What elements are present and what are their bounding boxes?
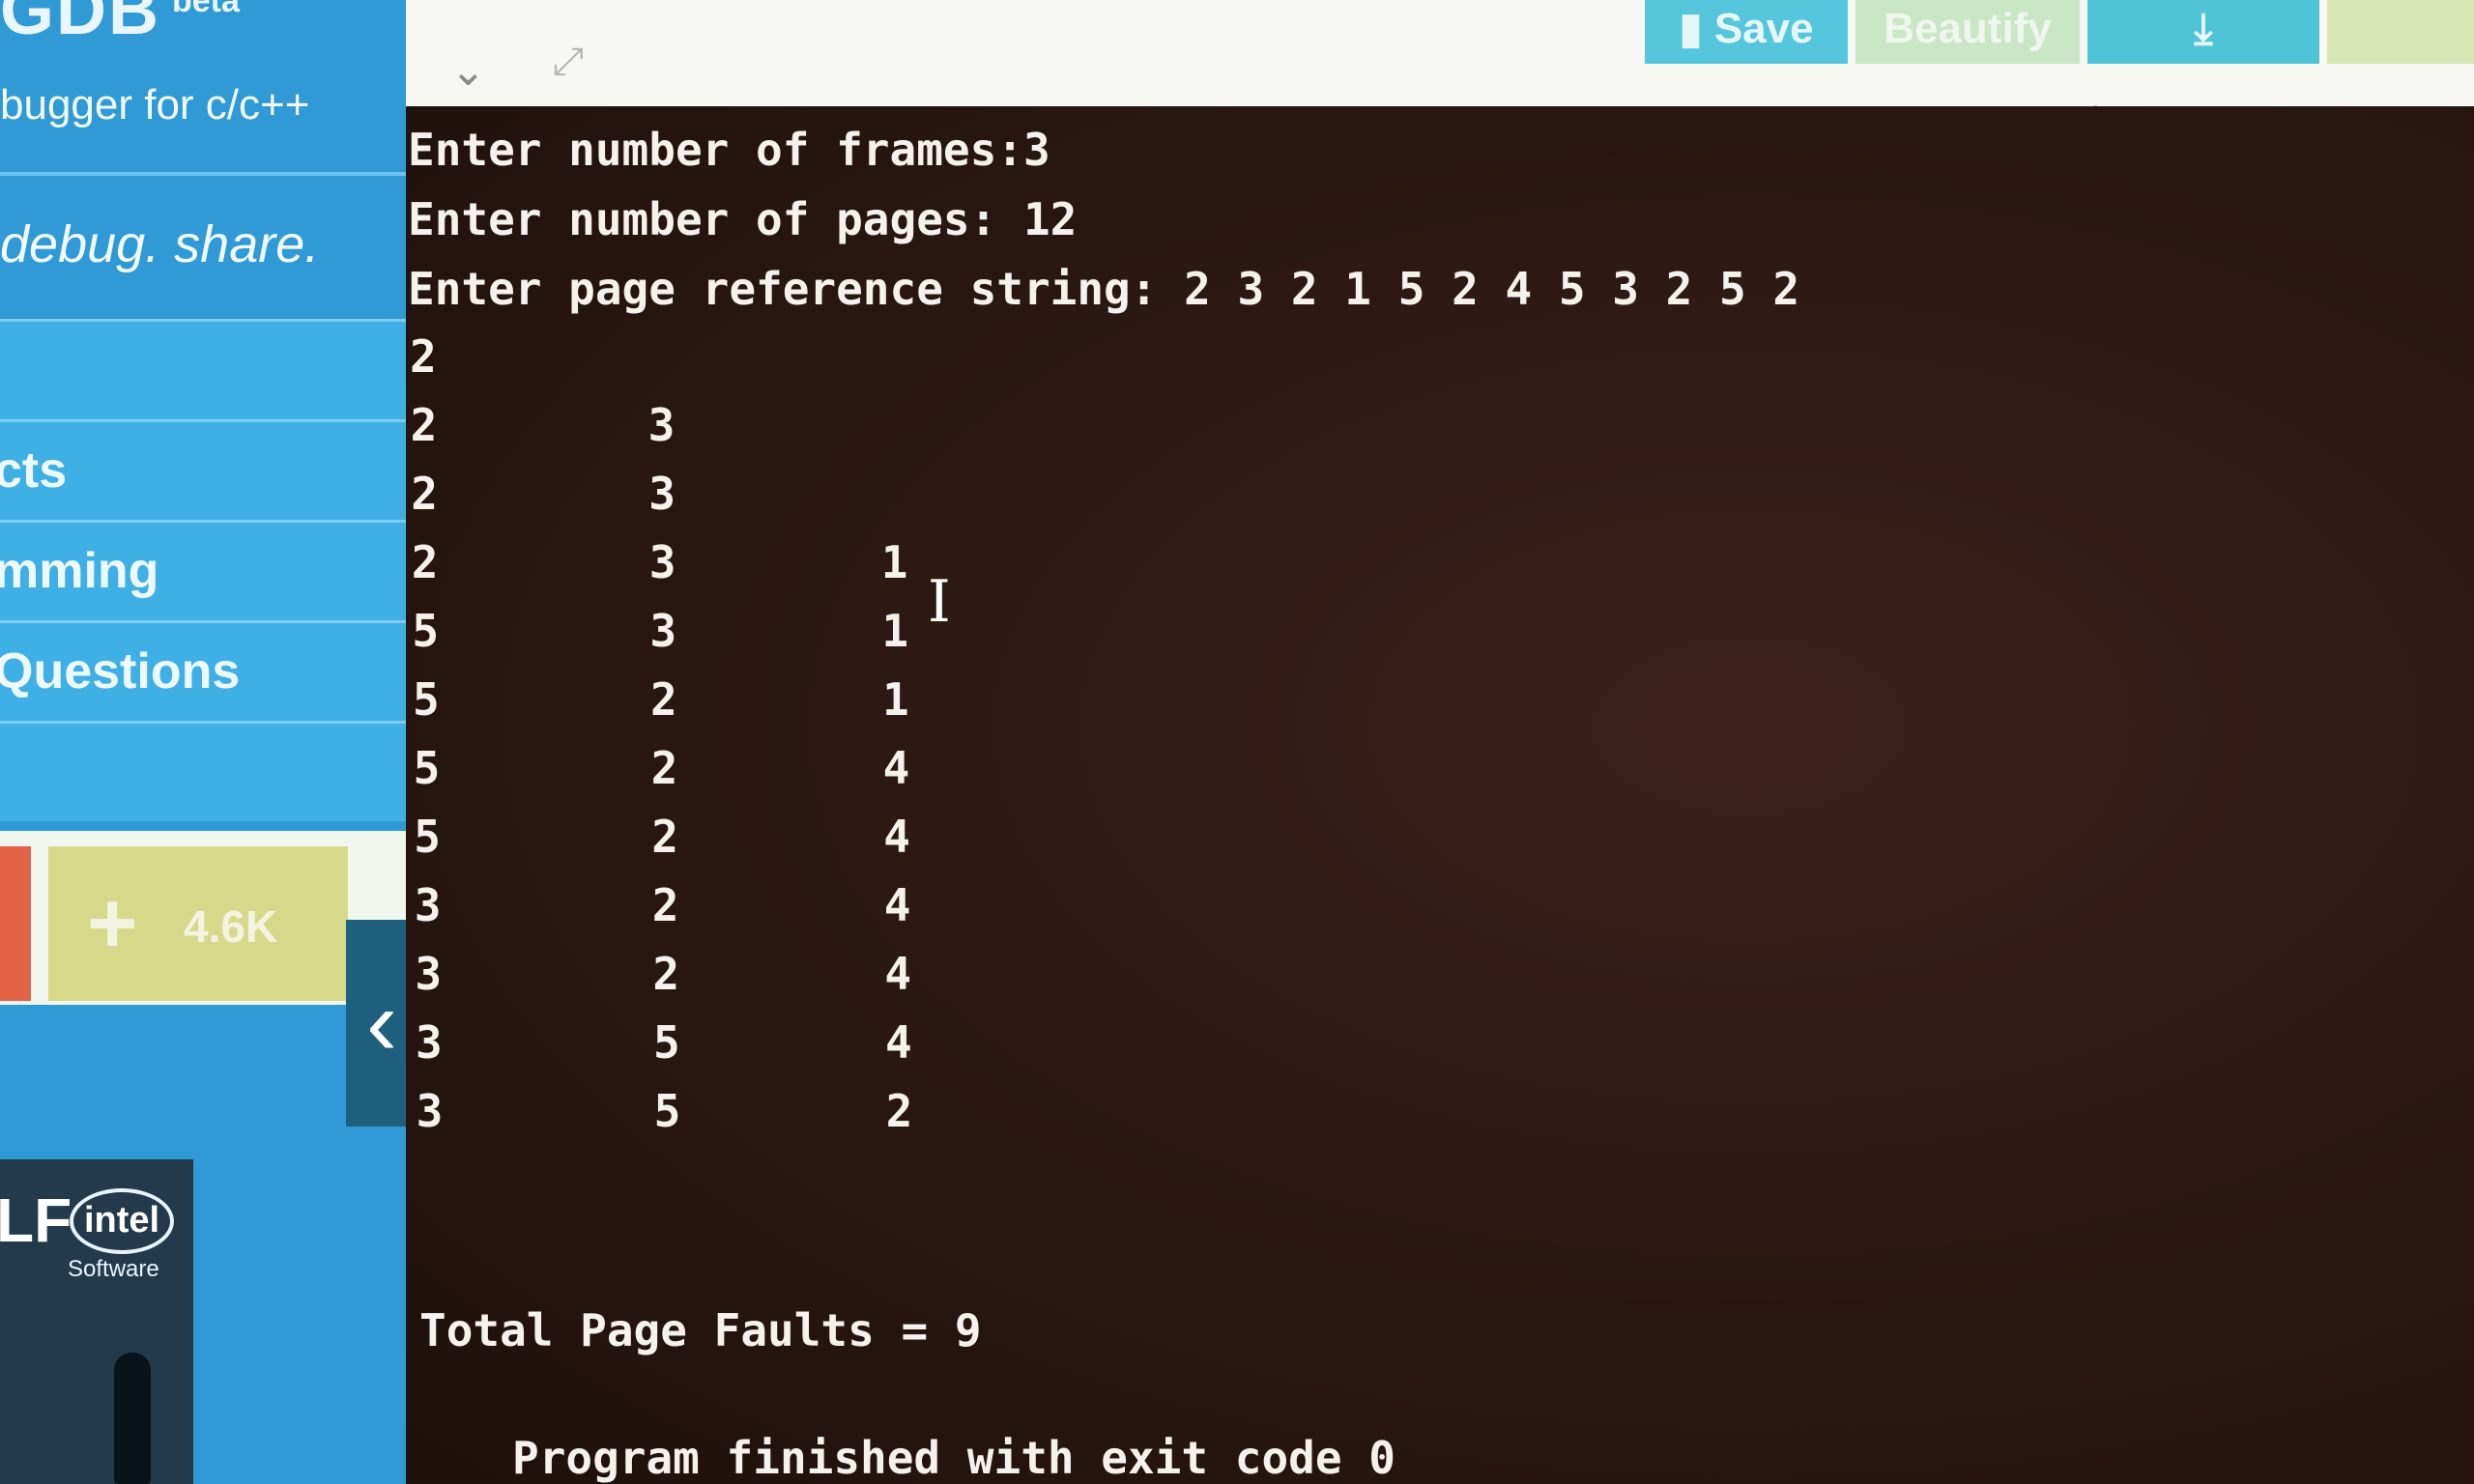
social-share-row: + 4.6K [0,831,406,1005]
frame-cell: 1 [882,673,909,726]
sidebar: GDB beta bugger for c/c++ debug. share. … [0,0,406,1484]
console-output[interactable]: Enter number of frames:3 Enter number of… [406,106,2474,1484]
frame-cell: 4 [882,742,910,794]
frame-cell: 3 [649,605,677,657]
share-button-plus[interactable]: + 4.6K [48,846,348,1001]
sidebar-item-questions[interactable]: Questions [0,620,406,721]
person-silhouette-icon [114,1353,151,1484]
frame-cell: 2 [411,536,439,588]
frame-cell: 2 [410,399,438,451]
ad-tag: Software [68,1256,159,1282]
share-count: 4.6K [184,901,278,952]
save-button-label: Save [1713,5,1814,52]
frame-cell: 2 [410,330,437,383]
console-prompt-reference: Enter page reference string: 2 3 2 1 5 2… [408,263,1800,315]
beautify-button-label: Beautify [1884,5,2052,52]
brand-badge: beta [172,0,240,19]
sidebar-item-label: cts [0,442,68,499]
sidebar-item-blank[interactable] [0,319,406,419]
share-button-red[interactable] [0,846,31,1001]
frame-cell: 2 [651,811,678,863]
frame-cell: 2 [651,879,679,931]
frame-cell: 3 [648,536,676,588]
frame-cell: 1 [881,605,909,657]
sidebar-tagline: debug. share. [0,215,320,273]
console-exit-message: Program finished with exit code 0 [512,1432,1395,1484]
frame-cell: 5 [413,742,441,794]
brand-logo[interactable]: GDB [0,0,160,50]
toolbar-extra-button[interactable] [2327,0,2474,64]
frame-cell: 5 [653,1016,680,1069]
save-icon: ▮ [1679,5,1714,52]
sidebar-divider [0,172,406,176]
frame-cell: 3 [647,399,676,451]
frame-cell: 2 [650,742,678,794]
frame-cell: 5 [413,673,440,726]
sidebar-item-label: mming [0,543,159,599]
frame-cell: 5 [653,1085,681,1137]
ad-banner[interactable]: LF intel Software [0,1159,193,1484]
app-window: GDB beta bugger for c/c++ debug. share. … [0,0,2474,1484]
download-icon: ⤓ [2194,5,2213,52]
console-prompt-frames: Enter number of frames:3 [408,124,1050,176]
frame-cell: 1 [880,536,908,588]
sidebar-item-more[interactable] [0,721,406,821]
intel-logo-icon: intel [70,1188,174,1254]
plus-icon: + [87,875,138,972]
frame-cell: 2 [885,1085,913,1137]
brand-subtitle: bugger for c/c++ [0,81,310,128]
frame-cell: 3 [416,1016,443,1069]
download-button[interactable]: ⤓ [2087,0,2319,64]
frame-cell: 5 [414,811,441,863]
frame-cell: 2 [411,468,438,520]
frame-cell: 2 [652,948,680,1000]
expand-icon[interactable]: ⤢ [553,41,584,84]
chevron-down-icon[interactable]: ⌄ [450,46,486,96]
frame-cell: 3 [416,1085,444,1137]
console-summary: Total Page Faults = 9 [419,1304,982,1356]
sidebar-item-label: Questions [0,643,241,699]
text-cursor-icon: I [928,568,951,636]
ad-letters: LF [0,1185,72,1255]
frame-cell: 3 [648,468,676,520]
frame-cell: 4 [883,879,911,931]
frame-cell: 5 [412,605,440,657]
frame-cell: 4 [884,948,912,1000]
save-button[interactable]: ▮ Save [1645,0,1848,64]
frame-cell: 2 [650,673,677,726]
frame-cell: 3 [415,948,443,1000]
frame-cell: 3 [414,879,442,931]
beautify-button[interactable]: Beautify [1856,0,2080,64]
console-prompt-pages: Enter number of pages: 12 [408,193,1078,245]
chevron-left-icon: ‹ [366,971,397,1074]
frame-cell: 4 [883,811,910,863]
sidebar-item-projects[interactable]: cts [0,419,406,520]
sidebar-item-programming[interactable]: mming [0,520,406,620]
frame-cell: 4 [885,1016,912,1069]
